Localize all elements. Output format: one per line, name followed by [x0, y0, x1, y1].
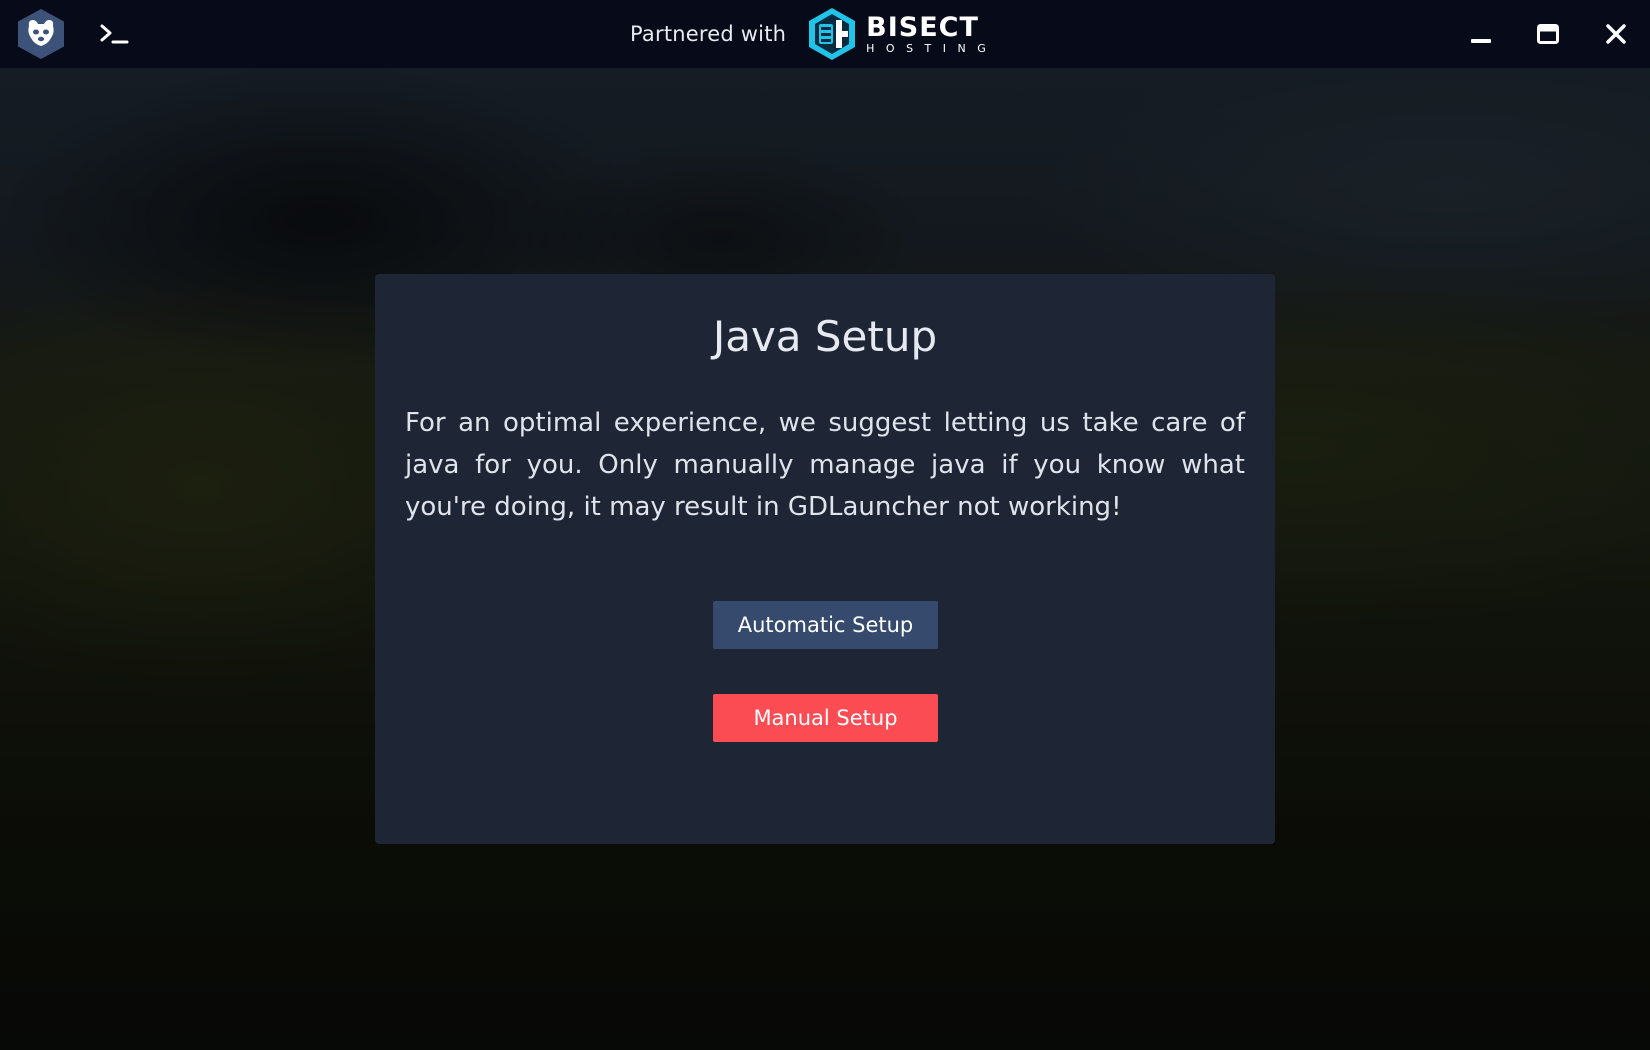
close-icon: [1606, 24, 1626, 44]
maximize-button[interactable]: [1528, 14, 1568, 54]
java-setup-dialog: Java Setup For an optimal experience, we…: [375, 274, 1275, 844]
dialog-title: Java Setup: [712, 312, 938, 361]
automatic-setup-button[interactable]: Automatic Setup: [713, 601, 938, 649]
partner-label: Partnered with: [630, 22, 787, 46]
bisect-hosting-wordmark: BISECT HOSTING: [866, 14, 997, 54]
brand-name: BISECT: [866, 12, 979, 43]
gdlauncher-logo-icon[interactable]: [16, 8, 66, 60]
terminal-icon[interactable]: [98, 18, 132, 50]
partner-banner[interactable]: Partnered with BISECT HOSTING: [630, 6, 997, 62]
app-window: Partnered with BISECT HOSTING Java Setup…: [0, 0, 1650, 1050]
dialog-description: For an optimal experience, we suggest le…: [405, 408, 1245, 523]
manual-setup-button[interactable]: Manual Setup: [713, 694, 938, 742]
maximize-icon: [1537, 24, 1559, 44]
title-bar: Partnered with BISECT HOSTING: [0, 0, 1650, 68]
bisect-hosting-logo: [806, 6, 858, 62]
close-button[interactable]: [1596, 14, 1636, 54]
minimize-button[interactable]: [1461, 14, 1501, 54]
brand-subtitle: HOSTING: [866, 42, 998, 55]
minimize-icon: [1471, 39, 1491, 43]
